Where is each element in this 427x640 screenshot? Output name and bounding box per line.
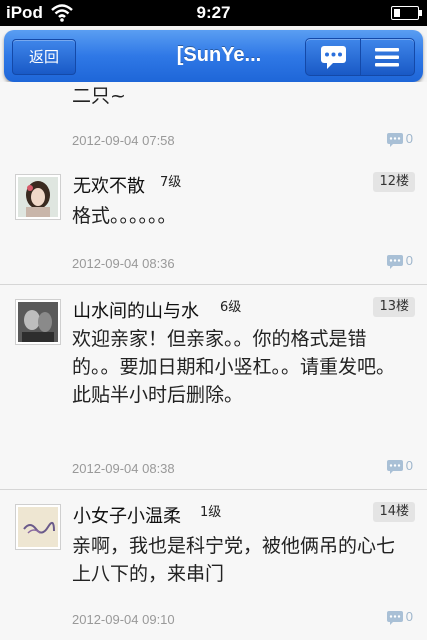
avatar-image xyxy=(18,507,58,547)
status-bar: iPod 9:27 xyxy=(0,0,427,26)
comment-icon xyxy=(386,610,403,625)
list-menu-icon xyxy=(375,48,399,67)
post-date: 2012-09-04 08:36 xyxy=(72,256,175,271)
avatar[interactable] xyxy=(15,504,61,550)
comment-count-label: 0 xyxy=(405,131,413,146)
battery-icon xyxy=(391,6,422,20)
avatar-image xyxy=(18,302,58,342)
comment-count-label: 0 xyxy=(405,609,413,624)
nav-actions xyxy=(305,38,415,76)
comment-count-label: 0 xyxy=(405,253,413,268)
navigation-bar: 返回 [SunYe... xyxy=(4,30,423,82)
username[interactable]: 山水间的山与水 xyxy=(73,297,199,323)
user-level: 6级 xyxy=(220,300,242,315)
floor-badge: 13楼 xyxy=(373,297,415,317)
comment-icon xyxy=(386,254,403,269)
floor-badge: 14楼 xyxy=(373,502,415,522)
post-date: 2012-09-04 09:10 xyxy=(72,612,175,627)
comment-count[interactable]: 0 xyxy=(386,253,413,270)
post-body: 二只~ xyxy=(72,85,126,107)
post-date: 2012-09-04 08:38 xyxy=(72,461,175,476)
comment-icon xyxy=(386,132,403,147)
post-body: 欢迎亲家！但亲家。。你的格式是错的。。要加日期和小竖杠。。请重发吧。此贴半小时后… xyxy=(72,328,396,406)
list-item: 小女子小温柔 1级 14楼 亲啊，我也是科宁党，被他俩吊的心七上八下的，来串门 … xyxy=(0,490,427,640)
comment-count[interactable]: 0 xyxy=(386,131,413,148)
comment-count[interactable]: 0 xyxy=(386,458,413,475)
comment-count[interactable]: 0 xyxy=(386,609,413,626)
page-title: [SunYe... xyxy=(176,44,262,66)
comment-count-label: 0 xyxy=(405,458,413,473)
avatar[interactable] xyxy=(15,174,61,220)
floor-badge: 12楼 xyxy=(373,172,415,192)
post-list[interactable]: 二只~ 2012-09-04 07:58 0 无欢不散 7级 12楼 格式。。。… xyxy=(0,82,427,640)
list-item: 山水间的山与水 6级 13楼 欢迎亲家！但亲家。。你的格式是错的。。要加日期和小… xyxy=(0,285,427,490)
user-level: 1级 xyxy=(200,505,222,520)
reply-button[interactable] xyxy=(306,39,361,75)
post-body: 格式。。。。。。 xyxy=(72,205,177,227)
username[interactable]: 无欢不散 xyxy=(73,172,145,198)
user-level: 7级 xyxy=(160,175,182,190)
post-body: 亲啊，我也是科宁党，被他俩吊的心七上八下的，来串门 xyxy=(72,535,396,585)
avatar-image xyxy=(18,177,58,217)
avatar[interactable] xyxy=(15,299,61,345)
username[interactable]: 小女子小温柔 xyxy=(73,502,181,528)
list-item: 二只~ 2012-09-04 07:58 0 xyxy=(0,82,427,161)
post-date: 2012-09-04 07:58 xyxy=(72,133,175,148)
comment-icon xyxy=(386,459,403,474)
menu-button[interactable] xyxy=(360,39,414,75)
clock: 9:27 xyxy=(196,3,231,22)
list-item: 无欢不散 7级 12楼 格式。。。。。。 2012-09-04 08:36 0 xyxy=(0,160,427,285)
chat-bubble-icon xyxy=(321,46,346,69)
back-button[interactable]: 返回 xyxy=(12,39,76,75)
